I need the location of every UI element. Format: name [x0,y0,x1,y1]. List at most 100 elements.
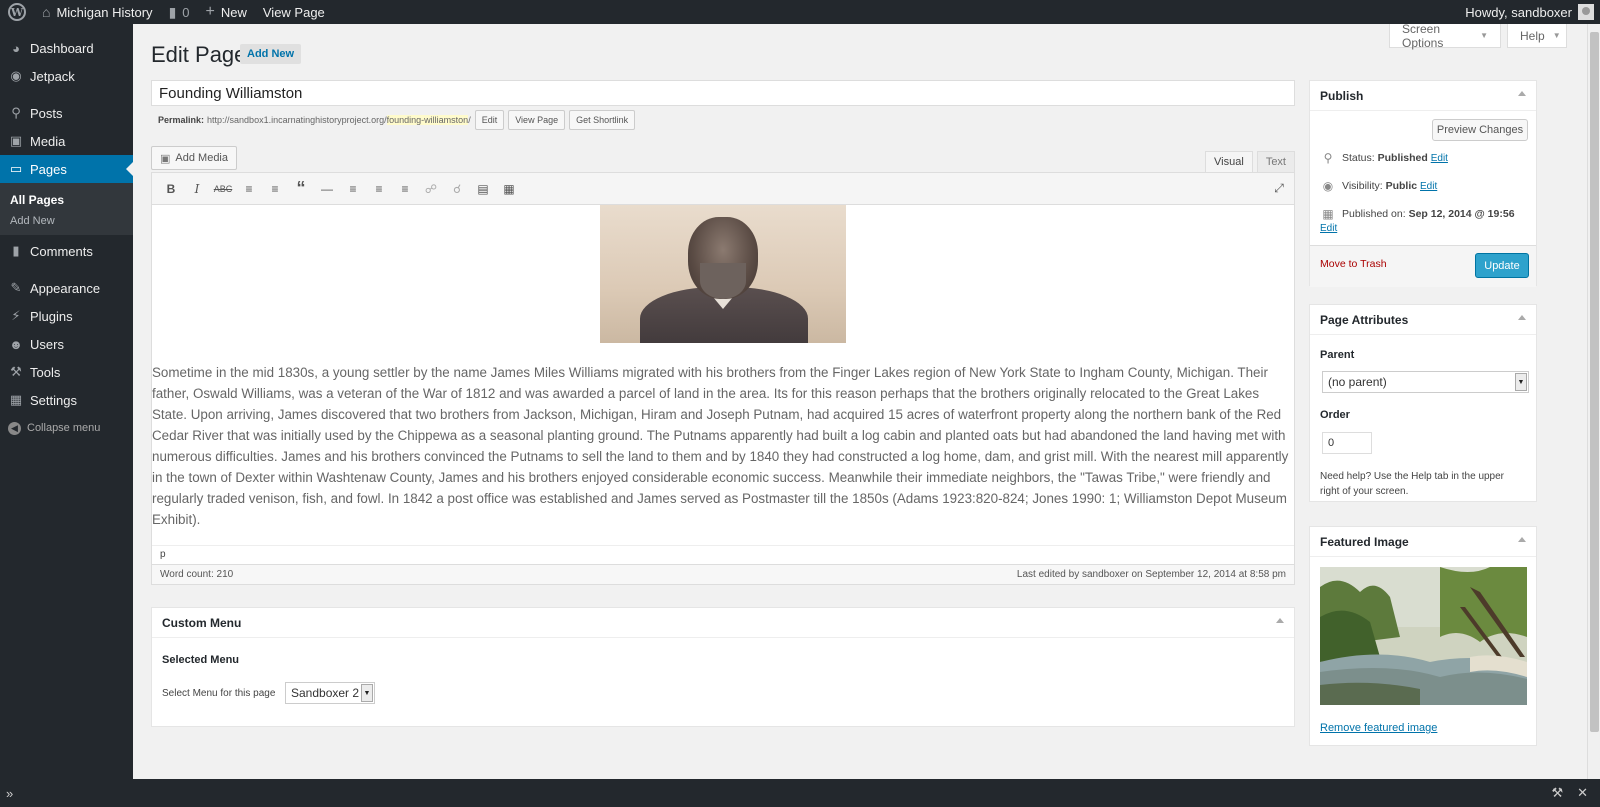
help-button[interactable]: Help ▼ [1507,24,1567,48]
editor: B I ABC ≡ ≡ “ — ≡ ≡ ≡ ☍ ☌ ▤ ▦ ⤢ Sometime… [151,172,1295,565]
media-icon: ▣ [9,133,23,148]
comments-link[interactable]: ▮ 0 [161,0,198,24]
collapse-toggle-icon[interactable] [1276,618,1284,623]
element-path: p [152,545,1294,564]
sidebar-item-plugins[interactable]: ⚡ Plugins [0,302,133,330]
wrench-icon[interactable]: ⚒ [1551,785,1563,801]
remove-featured-image-link[interactable]: Remove featured image [1320,722,1437,734]
comments-icon: ▮ [12,243,20,258]
collapse-toggle-icon[interactable] [1518,91,1526,96]
help-label: Help [1520,28,1545,43]
wordpress-logo-menu[interactable]: W [0,0,34,24]
read-more-icon[interactable]: ▤ [470,177,496,201]
bold-icon[interactable]: B [158,177,184,201]
parent-select[interactable]: (no parent) ▼ [1322,371,1529,393]
sidebar-item-label: Media [30,133,66,149]
sidebar-item-jetpack[interactable]: ◉ Jetpack [0,62,133,90]
sidebar-item-posts[interactable]: ⚲ Posts [0,99,133,127]
bullet-list-icon[interactable]: ≡ [236,177,262,201]
edit-visibility-link[interactable]: Edit [1420,181,1437,192]
collapse-toggle-icon[interactable] [1518,315,1526,320]
page-attributes-box: Page Attributes Parent (no parent) ▼ Ord… [1309,304,1537,502]
major-publishing-actions: Move to Trash Update [1310,245,1536,287]
calendar-icon: ▦ [1322,207,1334,221]
admin-sidebar: ◕ Dashboard ◉ Jetpack ⚲ Posts ▣ Media ▭ Pages… [0,24,133,779]
numbered-list-icon[interactable]: ≡ [262,177,288,201]
move-to-trash-link[interactable]: Move to Trash [1320,258,1387,270]
fullscreen-icon[interactable]: ⤢ [1266,177,1292,201]
toolbar-toggle-icon[interactable]: ▦ [496,177,522,201]
order-input[interactable]: 0 [1322,432,1372,454]
edit-date-link[interactable]: Edit [1320,223,1337,234]
collapse-menu-button[interactable]: ◀ Collapse menu [0,414,133,442]
align-center-icon[interactable]: ≡ [366,177,392,201]
page-scrollbar[interactable] [1587,24,1600,779]
tab-visual[interactable]: Visual [1205,151,1253,173]
blockquote-icon[interactable]: “ [288,177,314,201]
sidebar-item-label: Appearance [30,280,101,296]
featured-image-thumbnail[interactable] [1320,567,1527,705]
strikethrough-icon[interactable]: ABC [210,177,236,201]
horizontal-line-icon[interactable]: — [314,177,340,201]
update-button[interactable]: Update [1475,253,1529,278]
menu-select-value: Sandboxer 2 [291,686,360,700]
portrait-beard [700,263,746,299]
sidebar-item-settings[interactable]: ▦ Settings [0,386,133,414]
sidebar-item-dashboard[interactable]: ◕ Dashboard [0,34,133,62]
insert-link-icon[interactable]: ☍ [418,177,444,201]
dropdown-arrow-icon: ▼ [361,684,373,702]
publish-title: Publish [1320,88,1364,103]
new-content-link[interactable]: + New [198,0,255,24]
sidebar-item-users[interactable]: ☻ Users [0,330,133,358]
post-title-input[interactable]: Founding Williamston [151,80,1295,106]
edit-status-link[interactable]: Edit [1431,153,1448,164]
custom-menu-header[interactable]: Custom Menu [152,608,1294,638]
italic-icon[interactable]: I [184,177,210,201]
align-right-icon[interactable]: ≡ [392,177,418,201]
sidebar-item-pages[interactable]: ▭ Pages [0,155,133,183]
portrait-image[interactable] [600,205,846,343]
tab-text[interactable]: Text [1256,151,1295,173]
permalink-edit-button[interactable]: Edit [474,110,505,130]
permalink-slug[interactable]: founding-williamston [386,115,469,125]
pages-submenu: All Pages Add New [0,183,133,235]
sidebar-item-label: Jetpack [30,68,75,84]
main-content: Screen Options ▼ Help ▼ Edit Page Add Ne… [133,22,1587,779]
expand-chevron-icon[interactable]: » [6,786,13,801]
menu-select[interactable]: Sandboxer 2 ▼ [285,682,375,704]
scrollbar-thumb[interactable] [1590,32,1599,732]
site-name-link[interactable]: ⌂ Michigan History [34,0,161,24]
screen-options-button[interactable]: Screen Options ▼ [1389,22,1501,50]
view-page-link[interactable]: View Page [255,0,333,24]
editor-tabs: Visual Text [1201,151,1295,173]
editor-content[interactable]: Sometime in the mid 1830s, a young settl… [152,205,1294,532]
featured-image-header[interactable]: Featured Image [1310,527,1536,557]
align-left-icon[interactable]: ≡ [340,177,366,201]
add-media-icon: ▣ [160,152,171,165]
remove-link-icon[interactable]: ☌ [444,177,470,201]
permalink-base[interactable]: http://sandbox1.incarnatinghistoryprojec… [207,115,387,125]
sidebar-item-appearance[interactable]: ✎ Appearance [0,274,133,302]
wordpress-logo-icon: W [8,3,26,21]
publish-header[interactable]: Publish [1310,81,1536,111]
add-new-button[interactable]: Add New [240,44,302,64]
howdy-greeting: Howdy, sandboxer [1465,4,1572,20]
get-shortlink-button[interactable]: Get Shortlink [569,110,636,130]
featured-image-box: Featured Image Remove featured image [1309,526,1537,746]
view-page-button[interactable]: View Page [508,110,566,130]
preview-changes-button[interactable]: Preview Changes [1432,119,1528,141]
account-menu[interactable]: Howdy, sandboxer [1465,0,1600,24]
collapse-toggle-icon[interactable] [1518,537,1526,542]
home-icon: ⌂ [42,4,51,20]
close-icon[interactable]: ✕ [1577,785,1588,801]
sidebar-item-tools[interactable]: ⚒ Tools [0,358,133,386]
submenu-all-pages[interactable]: All Pages [0,189,133,211]
editor-paragraph[interactable]: Sometime in the mid 1830s, a young settl… [152,362,1294,530]
permalink-row: Permalink: http://sandbox1.incarnatinghi… [158,110,636,130]
add-media-button[interactable]: ▣ Add Media [151,146,237,170]
submenu-add-new[interactable]: Add New [0,211,133,231]
sidebar-item-media[interactable]: ▣ Media [0,127,133,155]
page-attributes-header[interactable]: Page Attributes [1310,305,1536,335]
caret-down-icon: ▼ [1552,31,1561,40]
sidebar-item-comments[interactable]: ▮ Comments [0,237,133,265]
